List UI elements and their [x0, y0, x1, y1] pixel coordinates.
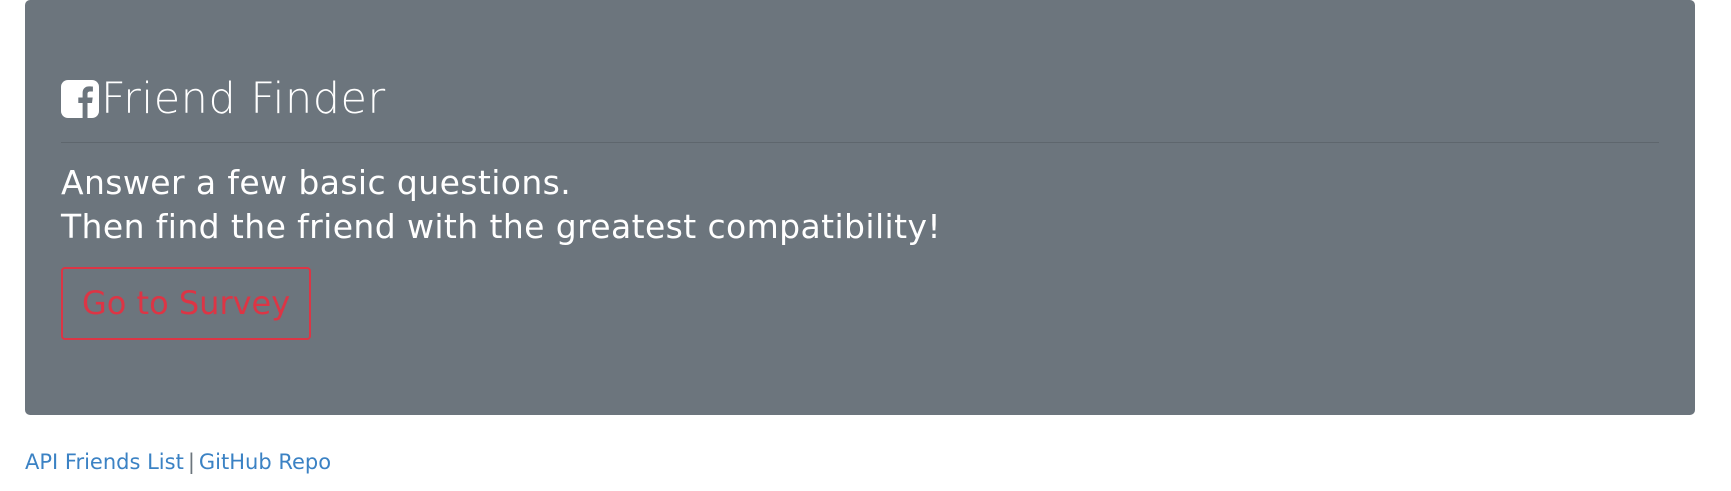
footer-links: API Friends List | GitHub Repo	[25, 448, 331, 476]
api-friends-list-link[interactable]: API Friends List	[25, 450, 184, 474]
jumbotron: Friend Finder Answer a few basic questio…	[25, 0, 1695, 415]
intro-line-2: Then find the friend with the greatest c…	[61, 207, 942, 246]
intro-text: Answer a few basic questions. Then find …	[61, 161, 1659, 249]
divider	[61, 142, 1659, 143]
link-separator: |	[187, 450, 195, 474]
github-repo-link[interactable]: GitHub Repo	[199, 450, 331, 474]
intro-line-1: Answer a few basic questions.	[61, 163, 572, 202]
go-to-survey-button[interactable]: Go to Survey	[61, 267, 312, 340]
facebook-square-icon	[61, 80, 99, 118]
page-title-text: Friend Finder	[101, 74, 386, 124]
page-title: Friend Finder	[61, 72, 1659, 126]
